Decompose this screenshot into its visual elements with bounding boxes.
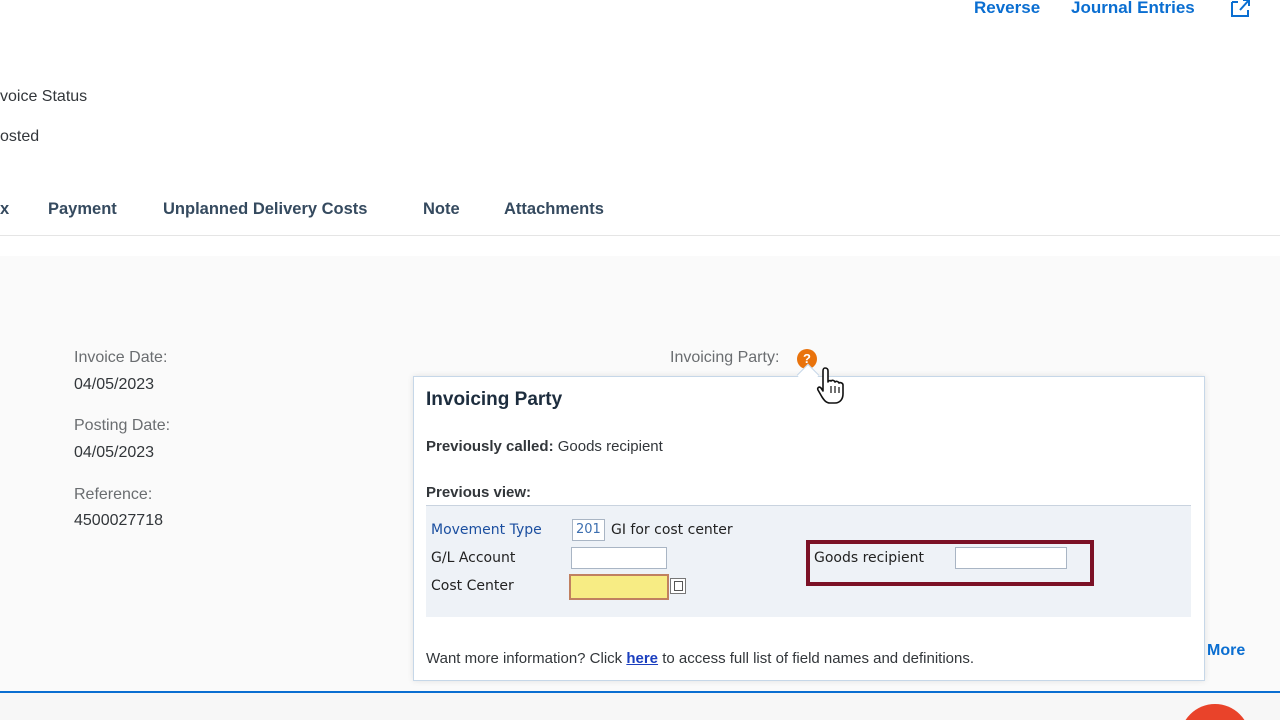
more-link[interactable]: More — [1207, 642, 1245, 660]
tab-note[interactable]: Note — [423, 200, 460, 219]
previously-called-value: Goods recipient — [557, 438, 663, 455]
invoice-status-label: voice Status — [0, 88, 88, 105]
previous-view-label: Previous view: — [426, 484, 531, 501]
footer-bar — [0, 693, 1280, 720]
gl-account-label: G/L Account — [431, 550, 516, 566]
invoice-status-value: osted — [0, 128, 40, 145]
share-icon[interactable] — [1228, 0, 1252, 18]
goods-recipient-field — [955, 547, 1067, 569]
previous-view-label-text: Previous view: — [426, 484, 532, 501]
invoice-date-label: Invoice Date: — [74, 349, 168, 366]
footer-prefix: Want more information? Click — [426, 650, 623, 667]
movement-type-label: Movement Type — [431, 522, 542, 538]
tab-unplanned-delivery-costs[interactable]: Unplanned Delivery Costs — [163, 200, 367, 219]
journal-entries-button[interactable]: Journal Entries — [1071, 0, 1195, 18]
invoice-date-value: 04/05/2023 — [74, 376, 155, 393]
value-help-icon — [670, 578, 686, 594]
reference-value: 4500027718 — [74, 512, 163, 529]
here-link[interactable]: here — [626, 650, 658, 667]
popover-title: Invoicing Party — [426, 389, 563, 410]
popover-footer: Want more information? Click here to acc… — [426, 650, 974, 667]
gl-account-field — [571, 547, 667, 569]
invoicing-party-popover: Invoicing Party Previously called: Goods… — [413, 376, 1205, 681]
cost-center-label: Cost Center — [431, 578, 514, 594]
movement-type-text: GI for cost center — [611, 522, 733, 538]
tab-payment[interactable]: Payment — [48, 200, 117, 219]
reference-label: Reference: — [74, 486, 153, 503]
posting-date-value: 04/05/2023 — [74, 444, 155, 461]
posting-date-label: Posting Date: — [74, 417, 171, 434]
tab-attachments[interactable]: Attachments — [504, 200, 604, 219]
tab-bar: x Payment Unplanned Delivery Costs Note … — [0, 196, 1280, 236]
invoicing-party-label: Invoicing Party: — [670, 349, 780, 366]
previously-called-line: Previously called: Goods recipient — [426, 438, 663, 455]
tab-tax[interactable]: x — [0, 200, 9, 219]
movement-type-field: 201 — [572, 519, 605, 541]
previous-view-screenshot: Movement Type 201 GI for cost center G/L… — [426, 505, 1191, 617]
cost-center-field — [569, 574, 669, 600]
previously-called-label: Previously called: — [426, 438, 554, 455]
reverse-button[interactable]: Reverse — [974, 0, 1040, 18]
footer-suffix: to access full list of field names and d… — [662, 650, 975, 667]
goods-recipient-label: Goods recipient — [814, 550, 925, 566]
